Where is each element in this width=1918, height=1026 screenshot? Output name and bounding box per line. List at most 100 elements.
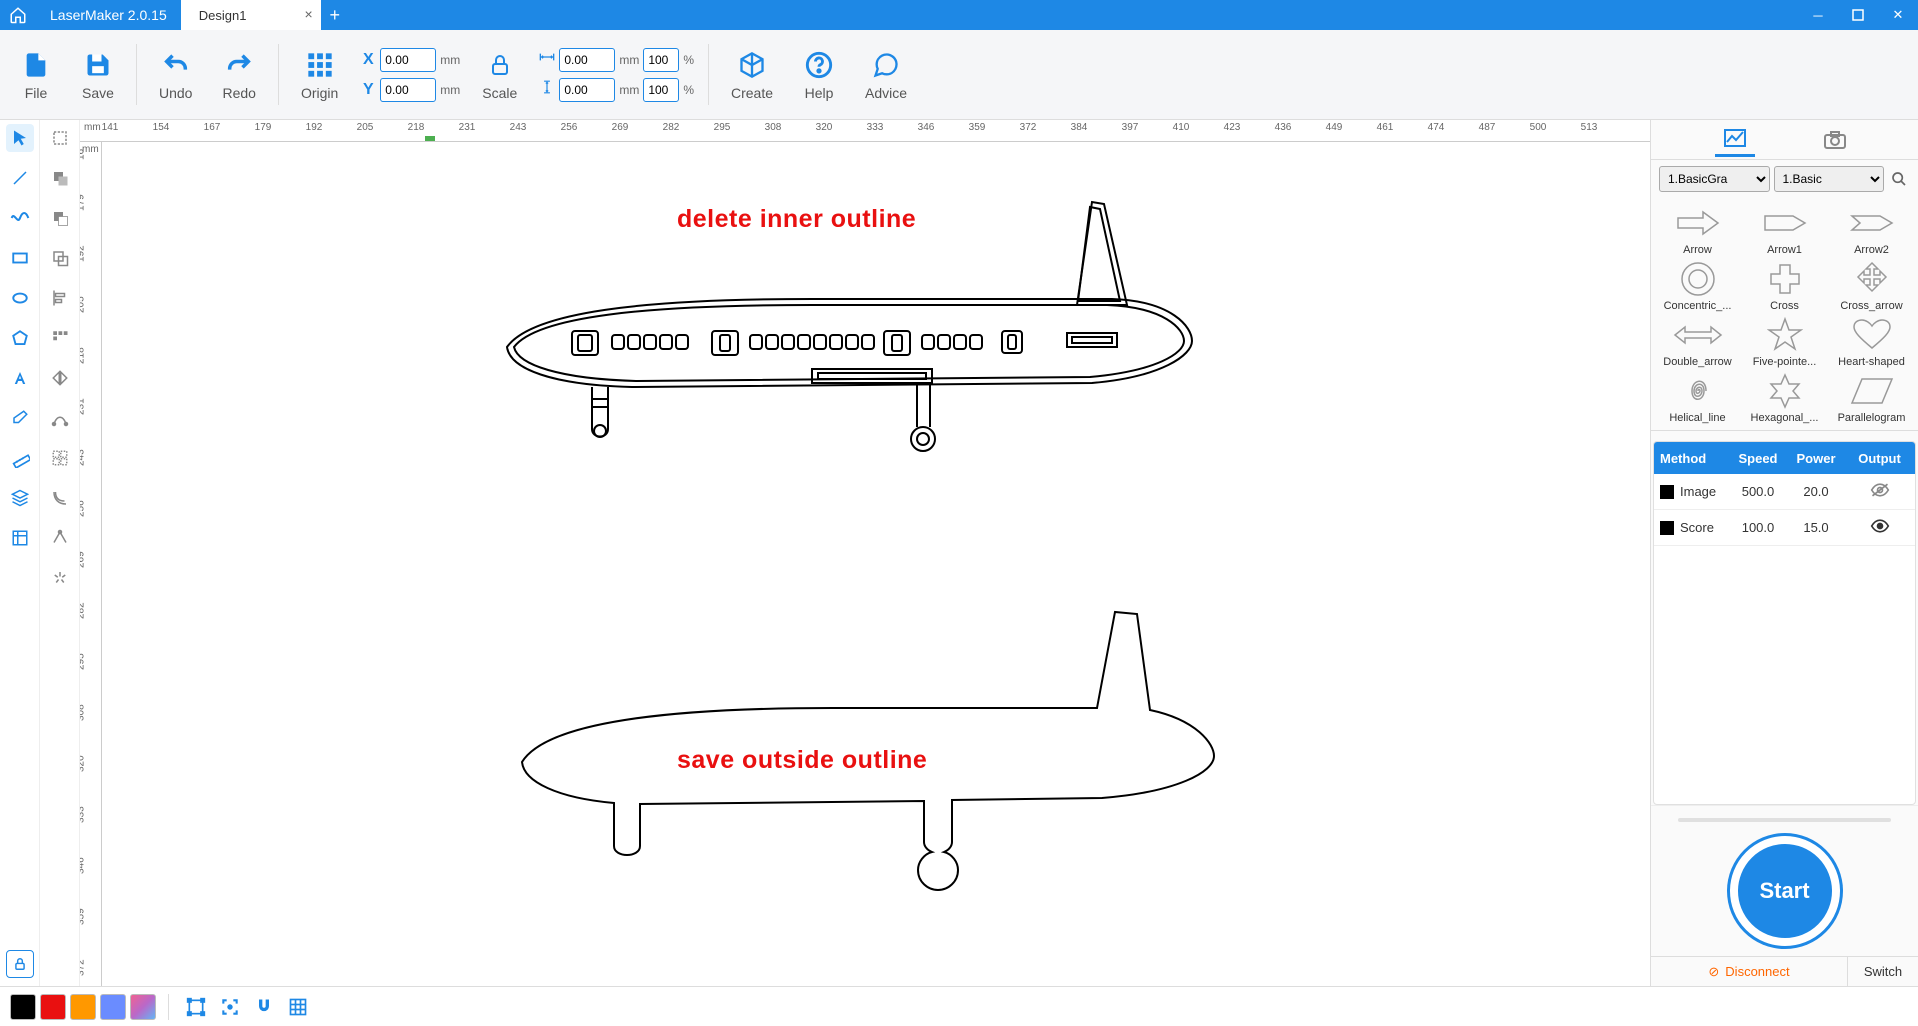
camera-tab[interactable] <box>1815 123 1855 157</box>
color-orange[interactable] <box>70 994 96 1020</box>
minimize-button[interactable]: ─ <box>1798 0 1838 30</box>
intersect-tool[interactable] <box>46 244 74 272</box>
outline-tool[interactable] <box>46 484 74 512</box>
shape-double-arrow[interactable]: Double_arrow <box>1655 316 1740 368</box>
app-title: LaserMaker 2.0.15 <box>36 7 181 23</box>
drag-handle[interactable] <box>1678 818 1892 822</box>
x-input[interactable] <box>380 48 436 72</box>
search-icon[interactable] <box>1888 168 1910 190</box>
layer-row-score[interactable]: Score 100.0 15.0 <box>1654 510 1915 546</box>
width-input[interactable] <box>559 48 615 72</box>
shape-arrow2[interactable]: Arrow2 <box>1829 204 1914 256</box>
shape-parallelogram[interactable]: Parallelogram <box>1829 372 1914 424</box>
canvas[interactable]: delete inner outline save outside outlin… <box>102 142 1650 986</box>
scale-label: Scale <box>482 85 517 101</box>
origin-label: Origin <box>301 85 338 101</box>
col-power: Power <box>1788 451 1844 466</box>
close-icon[interactable]: × <box>305 6 313 22</box>
ruler-vertical: mm 1617919220521823124325626928229530832… <box>80 142 102 986</box>
help-button[interactable]: Help <box>789 34 849 115</box>
maximize-button[interactable] <box>1838 0 1878 30</box>
redo-button[interactable]: Redo <box>208 34 269 115</box>
edit-path-tool[interactable] <box>46 404 74 432</box>
marquee-tool[interactable] <box>46 124 74 152</box>
bound-rect-icon[interactable] <box>181 992 211 1022</box>
mirror-tool[interactable] <box>46 364 74 392</box>
lock-canvas-button[interactable] <box>6 950 34 978</box>
text-tool[interactable] <box>6 364 34 392</box>
magnet-icon[interactable] <box>249 992 279 1022</box>
grid-icon[interactable] <box>283 992 313 1022</box>
tab-design1[interactable]: Design1 × <box>181 0 321 30</box>
polygon-tool[interactable] <box>6 324 34 352</box>
shapes-tab[interactable] <box>1715 123 1755 157</box>
disconnect-icon: ⊘ <box>1708 964 1719 980</box>
home-icon[interactable] <box>0 0 36 30</box>
focus-icon[interactable] <box>215 992 245 1022</box>
airplane-outline <box>502 592 1222 912</box>
eraser-tool[interactable] <box>6 404 34 432</box>
measure-tool[interactable] <box>6 444 34 472</box>
eye-off-icon[interactable] <box>1844 482 1915 501</box>
color-gradient[interactable] <box>130 994 156 1020</box>
origin-button[interactable]: Origin <box>287 34 352 115</box>
layer-color <box>1660 485 1674 499</box>
shape-heart[interactable]: Heart-shaped <box>1829 316 1914 368</box>
redo-icon <box>223 49 255 81</box>
color-black[interactable] <box>10 994 36 1020</box>
width-pct-input[interactable] <box>643 48 679 72</box>
add-tab-button[interactable]: + <box>321 1 349 29</box>
shape-hexstar[interactable]: Hexagonal_... <box>1742 372 1827 424</box>
array-tool[interactable] <box>46 444 74 472</box>
file-icon <box>20 49 52 81</box>
shape-category-1[interactable]: 1.BasicGra <box>1659 166 1770 192</box>
create-button[interactable]: Create <box>717 34 787 115</box>
height-pct-input[interactable] <box>643 78 679 102</box>
disconnect-button[interactable]: ⊘ Disconnect <box>1651 957 1848 986</box>
y-input[interactable] <box>380 78 436 102</box>
align-left-tool[interactable] <box>46 284 74 312</box>
shape-helical[interactable]: Helical_line <box>1655 372 1740 424</box>
shape-category-2[interactable]: 1.Basic <box>1774 166 1885 192</box>
close-window-button[interactable]: ✕ <box>1878 0 1918 30</box>
distribute-tool[interactable] <box>46 324 74 352</box>
curve-tool[interactable] <box>6 204 34 232</box>
redo-label: Redo <box>222 85 255 101</box>
layer-row-image[interactable]: Image 500.0 20.0 <box>1654 474 1915 510</box>
shape-arrow[interactable]: Arrow <box>1655 204 1740 256</box>
shape-cross-arrow[interactable]: Cross_arrow <box>1829 260 1914 312</box>
save-label: Save <box>82 85 114 101</box>
advice-button[interactable]: Advice <box>851 34 921 115</box>
select-tool[interactable] <box>6 124 34 152</box>
eye-icon[interactable] <box>1844 518 1915 537</box>
shape-cross[interactable]: Cross <box>1742 260 1827 312</box>
ellipse-tool[interactable] <box>6 284 34 312</box>
line-tool[interactable] <box>6 164 34 192</box>
lock-aspect-button[interactable]: Scale <box>468 34 531 115</box>
x-unit: mm <box>440 53 460 67</box>
y-label: Y <box>360 81 376 99</box>
color-red[interactable] <box>40 994 66 1020</box>
union-tool[interactable] <box>46 164 74 192</box>
origin-icon <box>304 49 336 81</box>
table-tool[interactable] <box>6 524 34 552</box>
shape-concentric[interactable]: Concentric_... <box>1655 260 1740 312</box>
spark-tool[interactable] <box>46 564 74 592</box>
rect-tool[interactable] <box>6 244 34 272</box>
save-button[interactable]: Save <box>68 34 128 115</box>
create-label: Create <box>731 85 773 101</box>
shape-star[interactable]: Five-pointe... <box>1742 316 1827 368</box>
undo-button[interactable]: Undo <box>145 34 206 115</box>
height-unit: mm <box>619 83 639 97</box>
height-input[interactable] <box>559 78 615 102</box>
shape-arrow1[interactable]: Arrow1 <box>1742 204 1827 256</box>
switch-button[interactable]: Switch <box>1848 964 1918 979</box>
width-pct-unit: % <box>683 53 694 67</box>
color-blue[interactable] <box>100 994 126 1020</box>
file-button[interactable]: File <box>6 34 66 115</box>
subtract-tool[interactable] <box>46 204 74 232</box>
start-button[interactable]: Start <box>1730 836 1840 946</box>
layer-color <box>1660 521 1674 535</box>
anchor-tool[interactable] <box>46 524 74 552</box>
layers-tool[interactable] <box>6 484 34 512</box>
